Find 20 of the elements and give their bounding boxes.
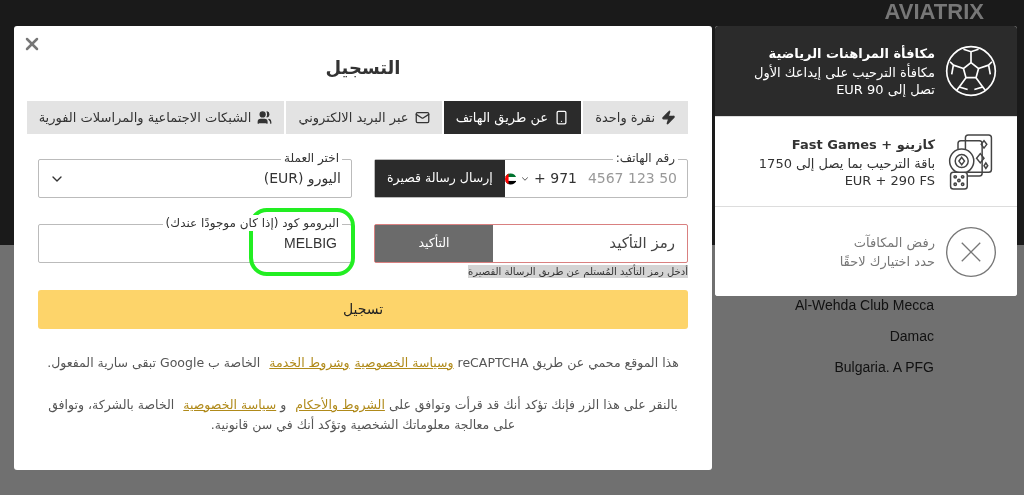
field-label: البرومو كود (إذا كان موجودًا عندك) xyxy=(162,215,342,231)
country-code: + 971 xyxy=(534,169,577,188)
recaptcha-notice: هذا الموقع محمي عن طريق reCAPTCHA وسياسة الخصوصية وشروط الخدمة الخاصة ب Google تبقى سارية المفعول. xyxy=(46,354,680,373)
field-label: اختر العملة xyxy=(281,150,342,166)
bonus-description: حدد اختيارك لاحقًا xyxy=(838,253,935,270)
bonus-description: مكافأة الترحيب على إيداعك الأول تصل إلى 90 EUR xyxy=(752,64,935,98)
match-row-text: Bulgaria. A PFG xyxy=(834,358,934,377)
consent-text: بالنقر على هذا الزر فإنك تؤكد أنك قد قرأت وتوافق على الشروط والأحكام و سياسة الخصوصية الخاصة بالشركة، وتوافق على معالجة معلوماتك الشخصية وتؤكد أنك في سن قانونية. xyxy=(48,395,678,435)
bonus-title: مكافأة المراهنات الرياضية xyxy=(767,44,935,63)
bonus-description: باقة الترحيب بما يصل إلى 1750 EUR + 290 FS xyxy=(757,154,935,189)
select-value: اليورو (EUR) xyxy=(263,169,341,189)
bonus-title: رفض المكافآت xyxy=(852,233,935,253)
field-value: MELBIG xyxy=(284,234,337,253)
match-row-text: Al-Wehda Club Mecca xyxy=(794,296,934,315)
match-row-text: Damac xyxy=(889,327,934,346)
bonus-title: كازينو + Fast Games xyxy=(790,135,935,154)
dialog-title: التسجيل xyxy=(324,56,402,80)
logo-text: AVIATRIX xyxy=(884,0,984,24)
hint-text: أدخل رمز التأكيد المُستلم عن طريق الرسالة القصيرة xyxy=(467,265,688,278)
field-label: رقم الهاتف: xyxy=(612,150,678,166)
